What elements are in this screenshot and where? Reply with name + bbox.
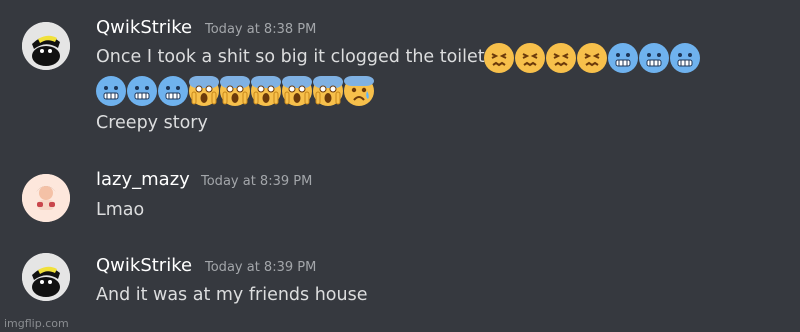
cold-face-icon[interactable]	[96, 76, 126, 106]
username[interactable]: QwikStrike	[96, 17, 192, 38]
message-text: Once I took a shit so big it clogged the…	[96, 47, 485, 67]
lazy-mazy-avatar-icon	[22, 174, 70, 222]
fearful-face-icon[interactable]	[344, 76, 374, 106]
cold-face-icon[interactable]	[670, 43, 700, 73]
avatar[interactable]	[22, 253, 70, 301]
message-text: Lmao	[96, 200, 145, 220]
emoji-row-1	[484, 43, 700, 73]
cold-face-icon[interactable]	[127, 76, 157, 106]
username[interactable]: QwikStrike	[96, 255, 192, 276]
timestamp: Today at 8:39 PM	[205, 260, 317, 275]
emoji-row-2	[96, 76, 374, 106]
scream-face-icon[interactable]	[313, 76, 343, 106]
cold-face-icon[interactable]	[608, 43, 638, 73]
qwikstrike-avatar-icon	[22, 253, 70, 301]
confounded-face-icon[interactable]	[546, 43, 576, 73]
scream-face-icon[interactable]	[251, 76, 281, 106]
watermark: imgflip.com	[4, 317, 69, 330]
timestamp: Today at 8:39 PM	[201, 174, 313, 189]
scream-face-icon[interactable]	[282, 76, 312, 106]
confounded-face-icon[interactable]	[515, 43, 545, 73]
scream-face-icon[interactable]	[189, 76, 219, 106]
confounded-face-icon[interactable]	[484, 43, 514, 73]
cold-face-icon[interactable]	[639, 43, 669, 73]
message-text: Creepy story	[96, 113, 208, 133]
timestamp: Today at 8:38 PM	[205, 22, 317, 37]
qwikstrike-avatar-icon	[22, 22, 70, 70]
scream-face-icon[interactable]	[220, 76, 250, 106]
message-text: And it was at my friends house	[96, 285, 368, 305]
username[interactable]: lazy_mazy	[96, 169, 190, 190]
confounded-face-icon[interactable]	[577, 43, 607, 73]
avatar[interactable]	[22, 174, 70, 222]
cold-face-icon[interactable]	[158, 76, 188, 106]
avatar[interactable]	[22, 22, 70, 70]
